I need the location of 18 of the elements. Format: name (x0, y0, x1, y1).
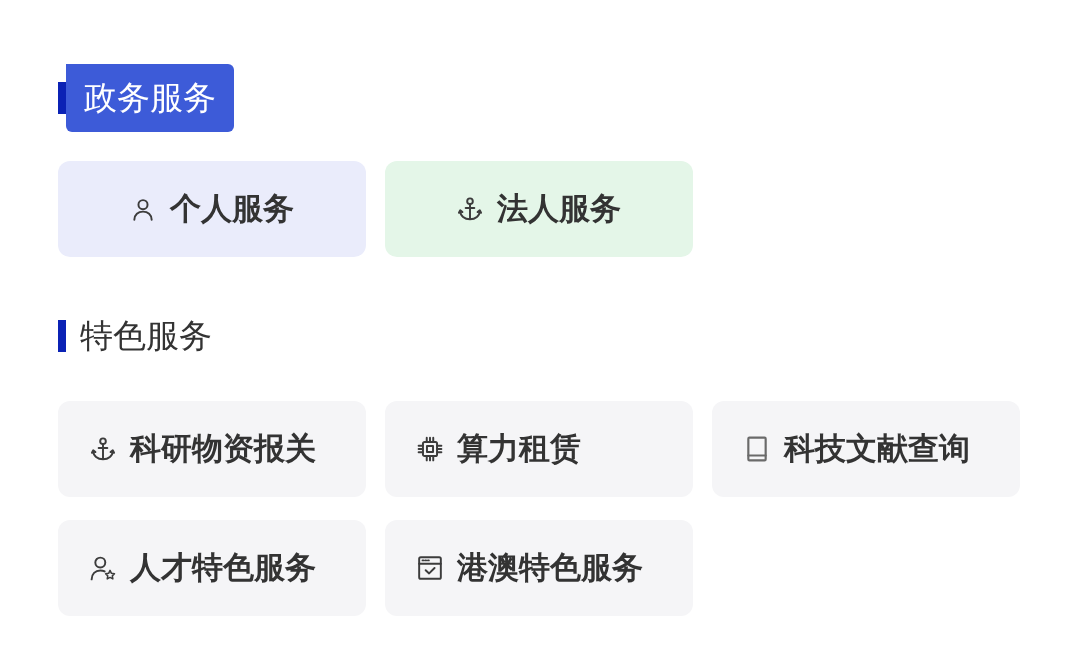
anchor-icon (457, 196, 483, 222)
service-button[interactable]: 法人服务 (385, 161, 693, 257)
service-button[interactable]: 科技文献查询 (712, 401, 1020, 497)
anchor-icon (90, 436, 116, 462)
service-button[interactable]: 算力租赁 (385, 401, 693, 497)
service-button[interactable]: 科研物资报关 (58, 401, 366, 497)
section-title: 特色服务 (79, 320, 212, 352)
chip-icon (417, 436, 443, 462)
service-button[interactable]: 港澳特色服务 (385, 520, 693, 616)
calendar-check-icon (417, 555, 443, 581)
accent-bar (58, 320, 66, 352)
section-title: 政务服务 (66, 64, 234, 132)
accent-bar (58, 82, 66, 114)
book-icon (744, 436, 770, 462)
person-star-icon (90, 555, 116, 581)
service-button[interactable]: 个人服务 (58, 161, 366, 257)
service-button[interactable]: 人才特色服务 (58, 520, 366, 616)
person-icon (130, 196, 156, 222)
